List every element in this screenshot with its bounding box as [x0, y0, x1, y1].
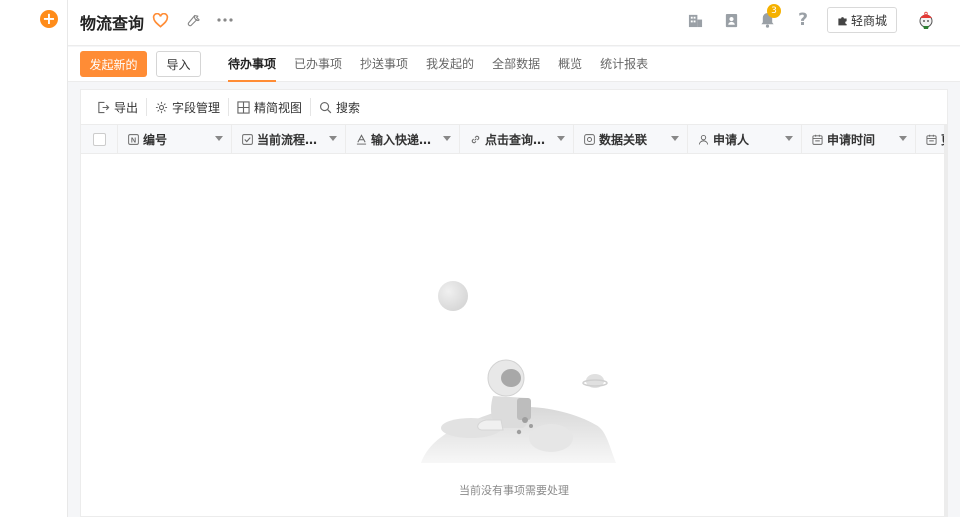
column-header-7[interactable]: 更 [916, 125, 947, 153]
caret-down-icon[interactable] [329, 136, 337, 141]
export-button[interactable]: 导出 [89, 98, 148, 116]
caret-down-icon[interactable] [443, 136, 451, 141]
column-header-label: 申请人 [713, 132, 750, 147]
organization-icon[interactable] [685, 10, 705, 30]
user-icon [698, 134, 709, 145]
caret-down-icon[interactable] [215, 136, 223, 141]
field-manage-label: 字段管理 [172, 100, 221, 115]
puzzle-icon [838, 16, 847, 25]
text-icon [356, 133, 367, 145]
relation-icon [584, 133, 595, 145]
create-new-button[interactable]: 发起新的 [80, 51, 147, 77]
add-app-button[interactable]: + [40, 10, 58, 28]
caret-down-icon[interactable] [785, 136, 793, 141]
tab-4[interactable]: 全部数据 [492, 47, 549, 82]
tab-2[interactable]: 抄送事项 [360, 47, 417, 82]
tab-1[interactable]: 已办事项 [294, 47, 351, 82]
table-header: N 编号 当前流程… 输入快递… 点击查询… 数据关联 申请人 申请时间 更 [81, 124, 947, 154]
compact-view-button[interactable]: 精简视图 [229, 98, 312, 116]
column-header-0[interactable]: N 编号 [118, 125, 232, 153]
favorite-heart-icon[interactable] [150, 10, 170, 30]
notification-badge: 3 [767, 4, 781, 18]
calendar-icon [926, 134, 937, 145]
calendar-icon [812, 134, 823, 145]
mall-button[interactable]: 轻商城 [827, 7, 897, 33]
mall-label: 轻商城 [850, 13, 887, 28]
select-all-checkbox[interactable] [93, 133, 106, 146]
column-header-label: 输入快递… [371, 132, 432, 147]
column-header-label: 点击查询… [485, 132, 546, 147]
more-icon[interactable] [215, 10, 235, 30]
empty-state: 当前没有事项需要处理 [81, 270, 947, 510]
tab-3[interactable]: 我发起的 [426, 47, 483, 82]
search-label: 搜索 [336, 100, 361, 115]
tab-bar: 发起新的 导入 待办事项 已办事项 抄送事项 我发起的 全部数据 概览 统计报表 [68, 47, 960, 82]
app-title: 物流查询 [80, 14, 145, 33]
gear-icon [155, 101, 168, 113]
top-bar: 物流查询 3 ? 轻商城 [68, 0, 960, 46]
column-header-6[interactable]: 申请时间 [802, 125, 916, 153]
astronaut-illustration [421, 281, 616, 463]
link-icon [470, 134, 481, 145]
help-icon[interactable]: ? [793, 10, 813, 30]
tab-5[interactable]: 概览 [558, 47, 591, 82]
compact-view-label: 精简视图 [254, 100, 303, 115]
notification-bell-icon[interactable]: 3 [757, 4, 781, 30]
column-header-label: 编号 [143, 132, 168, 147]
svg-text:N: N [131, 135, 136, 144]
caret-down-icon[interactable] [899, 136, 907, 141]
contacts-icon[interactable] [721, 10, 741, 30]
import-button[interactable]: 导入 [156, 51, 201, 77]
column-header-label: 当前流程… [257, 132, 318, 147]
left-rail: + [0, 0, 68, 517]
number-icon: N [128, 133, 139, 145]
table-toolbar: 导出 字段管理 精简视图 搜索 [81, 90, 947, 124]
column-header-label: 数据关联 [599, 132, 648, 147]
empty-state-message: 当前没有事项需要处理 [459, 484, 569, 497]
data-panel: 导出 字段管理 精简视图 搜索 N 编号 当前流程… 输入快递… 点击查询… 数据关联 申请… [80, 89, 948, 517]
column-header-2[interactable]: 输入快递… [346, 125, 460, 153]
search-button[interactable]: 搜索 [311, 98, 368, 116]
caret-down-icon[interactable] [671, 136, 679, 141]
export-label: 导出 [114, 100, 139, 115]
view-tabs: 待办事项 已办事项 抄送事项 我发起的 全部数据 概览 统计报表 [228, 47, 666, 82]
column-header-4[interactable]: 数据关联 [574, 125, 688, 153]
checkbox-icon [242, 133, 253, 145]
column-header-label: 申请时间 [827, 132, 876, 147]
caret-down-icon[interactable] [557, 136, 565, 141]
tab-0[interactable]: 待办事项 [228, 47, 285, 82]
grid-icon [237, 100, 250, 114]
wrench-icon[interactable] [183, 10, 203, 30]
export-icon [98, 101, 110, 113]
column-header-5[interactable]: 申请人 [688, 125, 802, 153]
tab-6[interactable]: 统计报表 [600, 47, 657, 82]
avatar[interactable] [916, 10, 936, 30]
column-header-1[interactable]: 当前流程… [232, 125, 346, 153]
column-header-3[interactable]: 点击查询… [460, 125, 574, 153]
search-icon [320, 101, 332, 113]
field-manage-button[interactable]: 字段管理 [147, 98, 230, 116]
